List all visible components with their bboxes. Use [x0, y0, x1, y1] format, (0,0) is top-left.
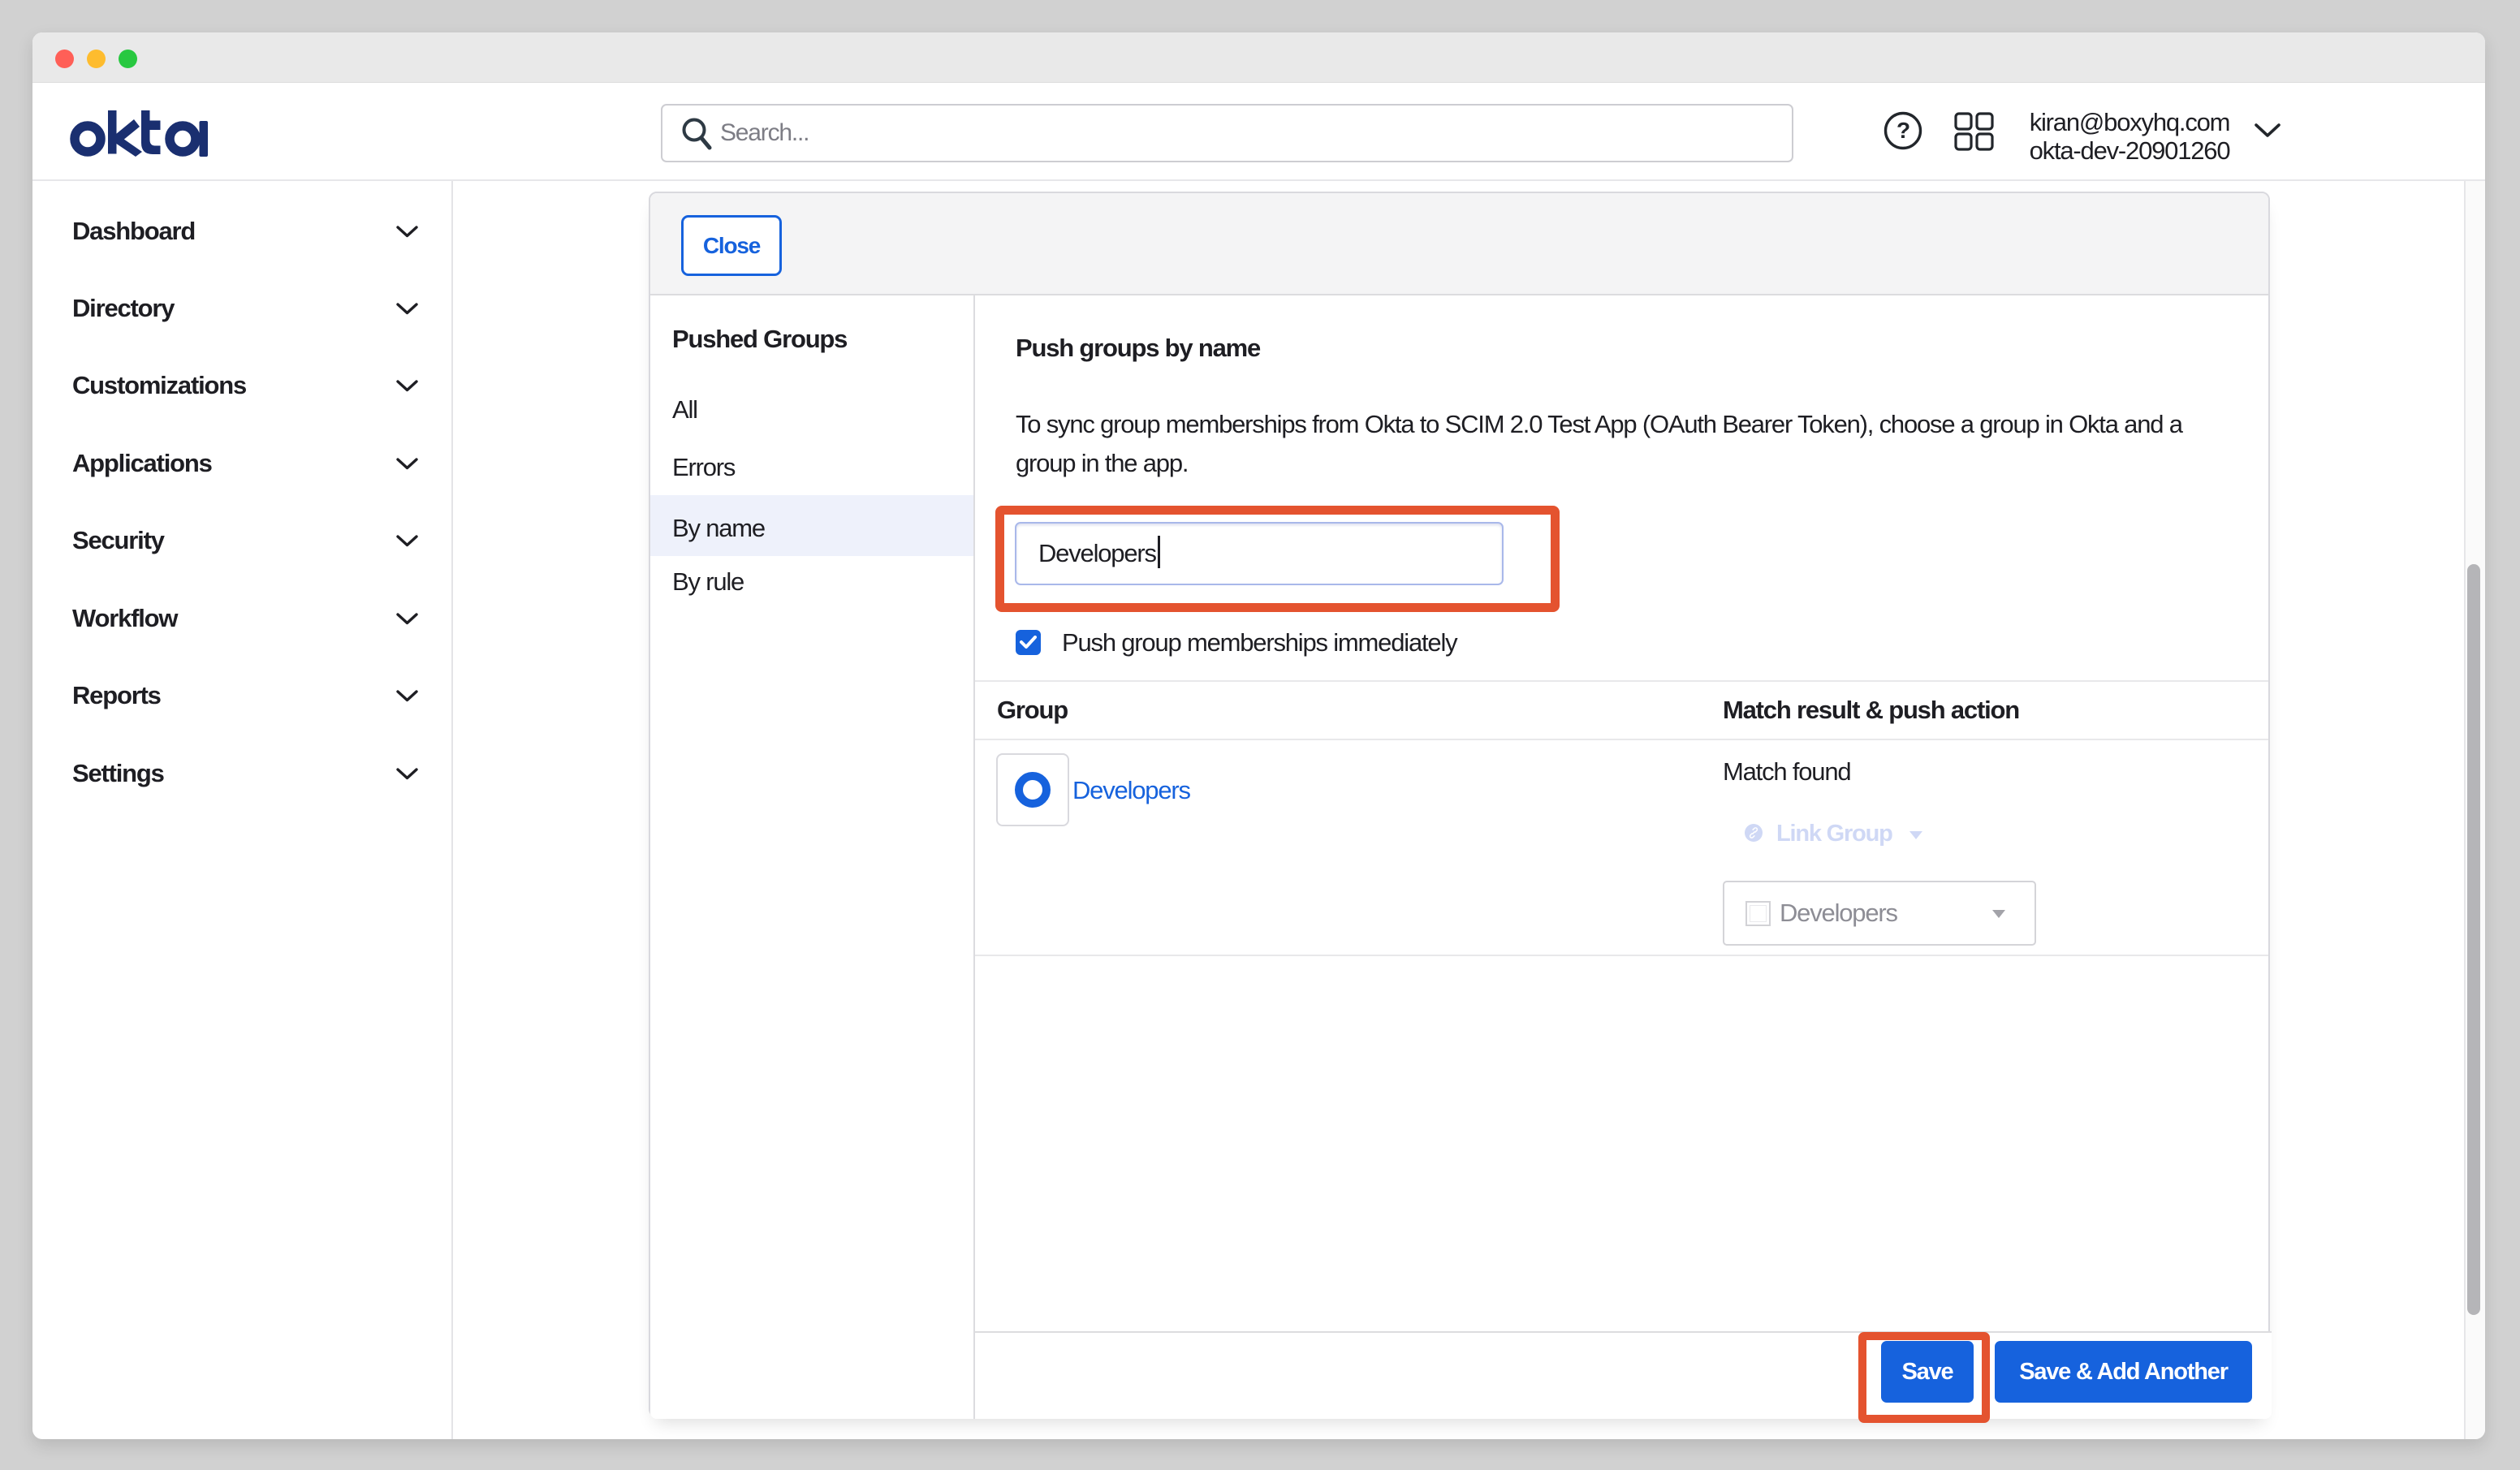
svg-text:?: ? — [1896, 118, 1909, 143]
